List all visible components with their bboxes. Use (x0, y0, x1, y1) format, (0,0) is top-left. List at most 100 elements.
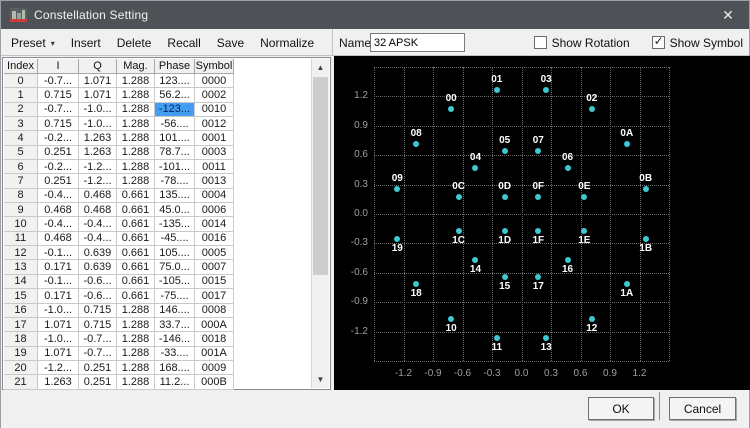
constellation-point[interactable] (564, 256, 571, 263)
scroll-down-icon[interactable]: ▼ (312, 371, 329, 388)
table-cell[interactable]: 20 (4, 360, 38, 376)
constellation-point[interactable] (543, 87, 550, 94)
table-cell[interactable]: 0.715 (38, 88, 79, 103)
table-cell[interactable]: -1.0... (79, 117, 117, 132)
table-cell[interactable]: -0.4... (79, 217, 117, 232)
menu-item-preset[interactable]: Preset ▾ (11, 36, 55, 50)
table-cell[interactable]: 0.171 (38, 289, 79, 304)
table-cell[interactable]: 1.288 (117, 160, 155, 175)
table-cell[interactable]: 14 (4, 274, 38, 290)
menu-item-recall[interactable]: Recall (167, 36, 200, 50)
table-cell[interactable]: 0.715 (79, 303, 117, 318)
menu-item-normalize[interactable]: Normalize (260, 36, 314, 50)
table-cell[interactable]: 0001 (195, 131, 234, 146)
constellation-point[interactable] (501, 227, 508, 234)
constellation-point[interactable] (588, 315, 595, 322)
table-cell[interactable]: 123.... (155, 74, 195, 89)
table-cell[interactable]: 11 (4, 231, 38, 247)
table-cell[interactable]: -0.6... (79, 289, 117, 304)
table-cell[interactable]: 1.288 (117, 174, 155, 189)
table-cell[interactable]: 0.251 (79, 360, 117, 376)
table-scrollbar[interactable]: ▲ ▼ (311, 59, 329, 388)
constellation-point[interactable] (623, 281, 630, 288)
table-cell[interactable]: -135... (155, 217, 195, 232)
table-cell[interactable]: 0006 (195, 203, 234, 218)
show-rotation-checkbox-box[interactable] (533, 36, 547, 49)
column-header-mag[interactable]: Mag. (117, 59, 155, 74)
table-cell[interactable]: 0.661 (117, 260, 155, 275)
table-cell[interactable]: -0.1... (38, 274, 79, 290)
table-cell[interactable]: 18 (4, 332, 38, 347)
table-cell[interactable]: -146... (155, 332, 195, 347)
table-cell[interactable]: 0.715 (79, 317, 117, 333)
table-cell[interactable]: -101... (155, 160, 195, 175)
table-cell[interactable]: -0.7... (79, 346, 117, 361)
table-cell[interactable]: 168.... (155, 360, 195, 376)
constellation-point[interactable] (394, 235, 401, 242)
table-cell[interactable]: 000A (195, 317, 234, 333)
column-header-symbol[interactable]: Symbol (195, 59, 234, 74)
table-cell[interactable]: 11.2... (155, 375, 195, 390)
table-cell[interactable]: 0000 (195, 74, 234, 89)
table-cell[interactable]: 1.288 (117, 303, 155, 318)
table-cell[interactable]: 0011 (195, 160, 234, 175)
constellation-point[interactable] (413, 281, 420, 288)
table-cell[interactable]: 105.... (155, 246, 195, 261)
table-cell[interactable]: -0.7... (38, 102, 79, 118)
table-cell[interactable]: 1.288 (117, 74, 155, 89)
table-cell[interactable]: 9 (4, 203, 38, 218)
constellation-point[interactable] (588, 106, 595, 113)
constellation-point[interactable] (413, 140, 420, 147)
table-cell[interactable]: 1.071 (79, 74, 117, 89)
table-cell[interactable]: 0.251 (38, 174, 79, 189)
table-cell[interactable]: 6 (4, 160, 38, 175)
table-cell[interactable]: 4 (4, 131, 38, 146)
constellation-point[interactable] (501, 194, 508, 201)
constellation-point[interactable] (448, 106, 455, 113)
table-cell[interactable]: 0002 (195, 88, 234, 103)
table-cell[interactable]: 1.288 (117, 88, 155, 103)
table-cell[interactable]: -1.0... (38, 332, 79, 347)
constellation-point[interactable] (581, 194, 588, 201)
constellation-point[interactable] (535, 148, 542, 155)
table-cell[interactable]: 0.661 (117, 289, 155, 304)
table-cell[interactable]: 0007 (195, 260, 234, 275)
table-cell[interactable]: 0010 (195, 102, 234, 118)
column-header-i[interactable]: I (38, 59, 79, 74)
table-cell[interactable]: 0009 (195, 360, 234, 376)
constellation-point[interactable] (394, 186, 401, 193)
table-cell[interactable]: 78.7... (155, 145, 195, 161)
table-cell[interactable]: 101.... (155, 131, 195, 146)
table-cell[interactable]: 000B (195, 375, 234, 390)
table-cell[interactable]: 1.288 (117, 117, 155, 132)
constellation-point[interactable] (455, 194, 462, 201)
constellation-point[interactable] (472, 256, 479, 263)
table-cell[interactable]: -0.2... (38, 131, 79, 146)
table-cell[interactable]: 1.288 (117, 375, 155, 390)
table-cell[interactable]: -0.4... (79, 231, 117, 247)
table-cell[interactable]: 0.661 (117, 274, 155, 290)
table-cell[interactable]: 0.468 (79, 203, 117, 218)
table-cell[interactable]: 45.0... (155, 203, 195, 218)
constellation-point[interactable] (501, 273, 508, 280)
table-cell[interactable]: 5 (4, 145, 38, 161)
table-cell[interactable]: 0016 (195, 231, 234, 247)
table-cell[interactable]: -105... (155, 274, 195, 290)
table-cell[interactable]: 1.288 (117, 145, 155, 161)
table-cell[interactable]: -56.... (155, 117, 195, 132)
table-cell[interactable]: 10 (4, 217, 38, 232)
constellation-point[interactable] (472, 165, 479, 172)
table-cell[interactable]: 0008 (195, 303, 234, 318)
table-cell[interactable]: -1.2... (79, 174, 117, 189)
table-cell[interactable]: 1.288 (117, 346, 155, 361)
table-cell[interactable]: -33.... (155, 346, 195, 361)
table-cell[interactable]: 1.288 (117, 131, 155, 146)
table-cell[interactable]: 12 (4, 246, 38, 261)
table-cell[interactable]: 75.0... (155, 260, 195, 275)
table-cell[interactable]: 19 (4, 346, 38, 361)
table-cell[interactable]: -0.2... (38, 160, 79, 175)
table-cell[interactable]: 001A (195, 346, 234, 361)
column-header-q[interactable]: Q (79, 59, 117, 74)
table-cell[interactable]: 0004 (195, 188, 234, 204)
table-cell[interactable]: 0.661 (117, 246, 155, 261)
